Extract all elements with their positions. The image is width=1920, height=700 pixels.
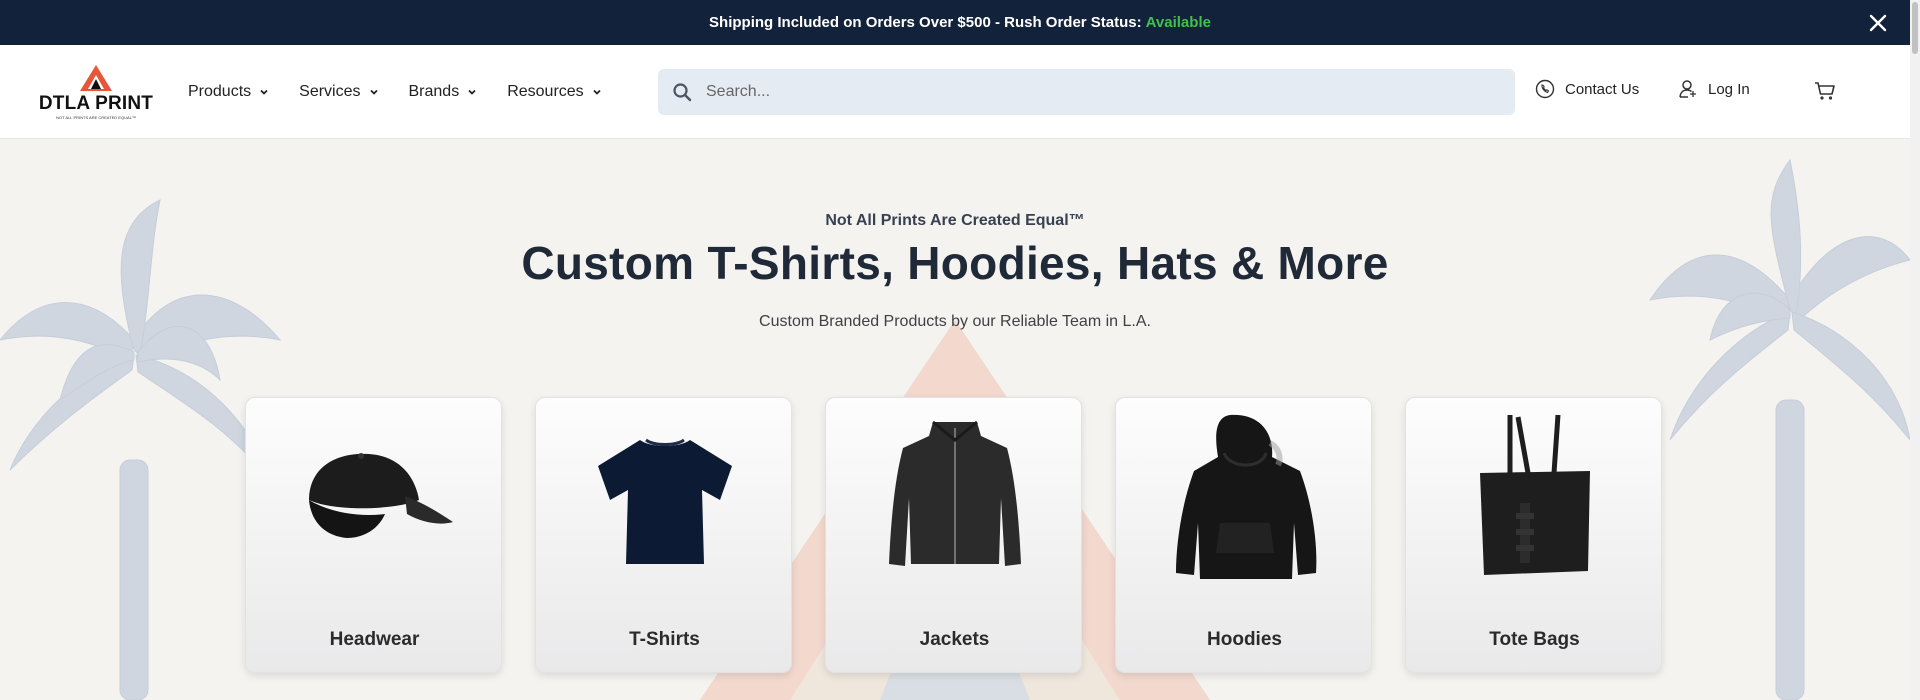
search-bar (658, 69, 1515, 115)
search-icon[interactable] (672, 82, 692, 102)
logo[interactable]: DTLA PRINT NOT ALL PRINTS ARE CREATED EQ… (38, 63, 154, 121)
page-title: Custom T-Shirts, Hoodies, Hats & More (521, 237, 1389, 289)
announcement-text: Shipping Included on Orders Over $500 - … (709, 14, 1142, 31)
logo-triangle-icon (80, 65, 112, 91)
nav-brands[interactable]: Brands (409, 83, 478, 101)
category-label: Hoodies (1207, 629, 1282, 650)
category-label: Headwear (329, 629, 420, 650)
hoodie-icon (1175, 414, 1316, 579)
contact-us-label: Contact Us (1565, 80, 1640, 98)
nav-products[interactable]: Products (188, 83, 269, 101)
log-in-label: Log In (1708, 80, 1750, 98)
page-scrollbar[interactable] (1910, 0, 1920, 700)
nav-brands-label: Brands (408, 83, 460, 100)
category-label: Tote Bags (1489, 629, 1580, 650)
logo-name: DTLA PRINT (38, 93, 154, 114)
nav-resources[interactable]: Resources (507, 83, 601, 101)
log-in-link[interactable]: Log In (1678, 79, 1750, 99)
close-icon[interactable] (1866, 11, 1890, 35)
tshirt-icon (597, 438, 732, 564)
category-card-tote-bags[interactable]: Tote Bags (1405, 397, 1662, 673)
hero-subtitle: Custom Branded Products by our Reliable … (759, 313, 1151, 330)
search-input[interactable] (706, 83, 1486, 101)
announcement-bar: Shipping Included on Orders Over $500 - … (0, 0, 1920, 45)
user-icon (1679, 80, 1696, 98)
jacket-icon (888, 420, 1021, 566)
category-card-headwear[interactable]: Headwear (245, 397, 502, 673)
chevron-down-icon (369, 89, 378, 95)
nav-products-label: Products (188, 83, 252, 100)
tote-bag-icon (1479, 414, 1590, 575)
scrollbar-thumb[interactable] (1912, 2, 1918, 54)
nav-services-label: Services (299, 83, 361, 100)
rush-status: Available (1145, 14, 1211, 31)
category-label: Jackets (919, 629, 990, 650)
nav-resources-label: Resources (507, 83, 584, 100)
hero-tagline: Not All Prints Are Created Equal™ (825, 212, 1085, 229)
chevron-down-icon (468, 89, 476, 95)
cart-icon[interactable] (1814, 81, 1836, 101)
nav-services[interactable]: Services (299, 83, 378, 101)
site-header: DTLA PRINT NOT ALL PRINTS ARE CREATED EQ… (0, 45, 1910, 139)
contact-us-link[interactable]: Contact Us (1535, 79, 1639, 99)
category-cards: Headwear T-Shirts Jackets Hoodies Tote B… (245, 397, 1695, 673)
category-card-jackets[interactable]: Jackets (825, 397, 1082, 673)
logo-tagline: NOT ALL PRINTS ARE CREATED EQUAL™ (56, 115, 136, 120)
chevron-down-icon (593, 89, 601, 95)
category-label: T-Shirts (629, 629, 700, 650)
cap-icon (308, 453, 453, 538)
phone-icon (1535, 79, 1555, 99)
category-card-hoodies[interactable]: Hoodies (1115, 397, 1372, 673)
category-card-tshirts[interactable]: T-Shirts (535, 397, 792, 673)
chevron-down-icon (260, 89, 268, 95)
main-nav: Products Services Brands Resources (188, 45, 632, 139)
